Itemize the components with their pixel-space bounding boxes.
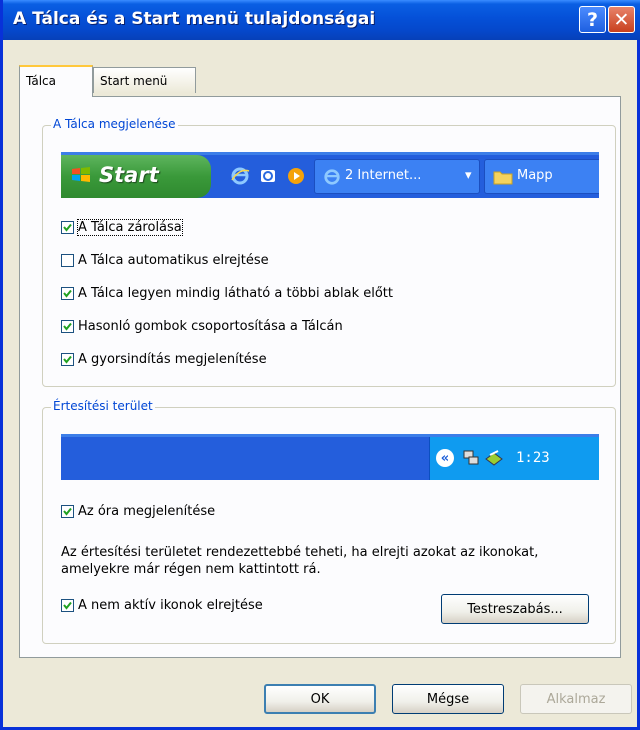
checkbox-label[interactable]: A Tálca legyen mindig látható a többi ab… (78, 286, 393, 301)
checkbox-label[interactable]: Az óra megjelenítése (78, 504, 215, 519)
tab-panel: A Tálca megjelenése Start 2 Internet... … (19, 96, 621, 658)
checkmark-icon (63, 601, 72, 610)
keep-on-top-checkbox[interactable]: A Tálca legyen mindig látható a többi ab… (61, 286, 393, 301)
checkbox-box[interactable] (61, 353, 74, 366)
cancel-button[interactable]: Mégse (392, 684, 504, 714)
network-icon (463, 450, 479, 465)
taskbar-appearance-label: A Tálca megjelenése (51, 117, 178, 131)
checkbox-label[interactable]: A gyorsindítás megjelenítése (78, 352, 267, 367)
group-buttons-checkbox[interactable]: Hasonló gombok csoportosítása a Tálcán (61, 319, 343, 334)
checkbox-box[interactable] (61, 320, 74, 333)
window-title: A Tálca és a Start menü tulajdonságai (13, 9, 376, 29)
checkbox-box[interactable] (61, 505, 74, 518)
windows-logo-icon (72, 167, 90, 182)
checkbox-label[interactable]: A Tálca automatikus elrejtése (78, 253, 269, 268)
ie-icon (324, 169, 340, 185)
checkmark-icon (63, 322, 72, 331)
checkbox-label[interactable]: A nem aktív ikonok elrejtése (78, 598, 263, 613)
properties-dialog: A Tálca és a Start menü tulajdonságai ? … (0, 0, 640, 730)
tab-taskbar[interactable]: Tálca (19, 65, 93, 97)
checkmark-icon (63, 289, 72, 298)
safely-remove-icon (485, 450, 503, 466)
customize-button[interactable]: Testreszabás... (441, 594, 589, 624)
apply-button: Alkalmaz (520, 684, 632, 714)
title-bar[interactable]: A Tálca és a Start menü tulajdonságai ? … (3, 0, 640, 40)
checkbox-box[interactable] (61, 599, 74, 612)
notification-area-label: Értesítési terület (51, 399, 155, 413)
checkbox-label[interactable]: Hasonló gombok csoportosítása a Tálcán (78, 319, 343, 334)
taskbar-preview: Start 2 Internet... ▾ Mapp (61, 152, 599, 198)
lock-taskbar-checkbox[interactable]: A Tálca zárolása (61, 219, 183, 236)
start-button-preview: Start (61, 155, 211, 198)
ok-button[interactable]: OK (264, 684, 376, 714)
taskbar-appearance-group: A Tálca megjelenése Start 2 Internet... … (42, 117, 616, 387)
folder-icon (493, 171, 513, 185)
checkmark-icon (63, 355, 72, 364)
system-tray-preview: « 1:23 (429, 437, 599, 480)
start-label: Start (99, 163, 159, 187)
clock-preview: 1:23 (516, 450, 550, 466)
task-button-internet: 2 Internet... ▾ (314, 159, 480, 194)
task-button-folder: Mapp (484, 159, 599, 194)
close-button[interactable]: ✕ (608, 6, 635, 33)
outlook-express-icon (257, 165, 279, 187)
checkmark-icon (63, 507, 72, 516)
notification-area-group: Értesítési terület « 1:23 Az óra megjele… (42, 399, 616, 644)
task-button-label: 2 Internet... (345, 168, 422, 183)
help-button[interactable]: ? (579, 6, 606, 33)
dropdown-arrow-icon: ▾ (465, 168, 472, 183)
quick-launch-checkbox[interactable]: A gyorsindítás megjelenítése (61, 352, 267, 367)
show-clock-checkbox[interactable]: Az óra megjelenítése (61, 504, 215, 519)
hide-inactive-checkbox[interactable]: A nem aktív ikonok elrejtése (61, 598, 263, 613)
media-player-icon (285, 165, 307, 187)
notification-preview: « 1:23 (61, 434, 599, 480)
checkbox-box[interactable] (61, 287, 74, 300)
checkbox-box[interactable] (61, 221, 74, 234)
checkbox-label[interactable]: A Tálca zárolása (77, 219, 183, 236)
chevron-left-icon: « (436, 449, 454, 467)
auto-hide-checkbox[interactable]: A Tálca automatikus elrejtése (61, 253, 269, 268)
ie-icon (229, 165, 251, 187)
checkmark-icon (63, 223, 72, 232)
task-button-label: Mapp (517, 168, 553, 183)
notification-description: Az értesítési területet rendezettebbé te… (61, 545, 539, 577)
tab-start-menu[interactable]: Start menü (93, 67, 196, 93)
checkbox-box[interactable] (61, 254, 74, 267)
